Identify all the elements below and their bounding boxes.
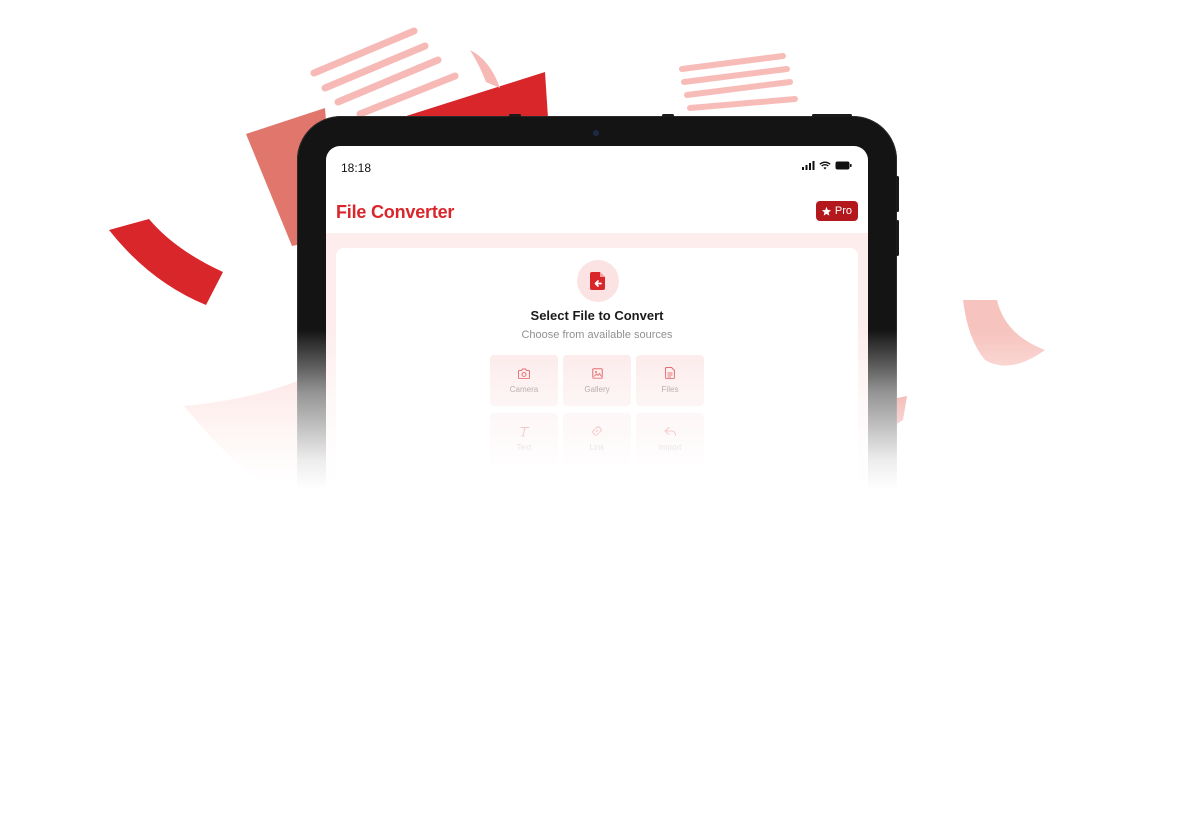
source-label: Files: [661, 385, 679, 394]
reply-icon: [663, 426, 676, 436]
source-label: Link: [589, 443, 605, 452]
image-icon: [591, 367, 603, 379]
source-files[interactable]: Files: [636, 355, 704, 406]
link-icon: [592, 426, 602, 436]
file-badge: [577, 260, 619, 302]
file-import-icon: [590, 272, 605, 290]
paper-curl-right: [963, 300, 1045, 366]
source-camera[interactable]: Camera: [490, 355, 558, 406]
paper-ribbon-red: [109, 219, 223, 305]
star-icon: [821, 206, 831, 216]
text-icon: [519, 426, 530, 437]
paper-lines-left: [310, 27, 459, 118]
app-title: File Converter: [336, 202, 455, 222]
select-file-title: Select File to Convert: [530, 308, 664, 323]
document-icon: [665, 367, 675, 379]
tablet-side-button-2: [896, 220, 899, 256]
pro-button[interactable]: Pro: [815, 201, 858, 221]
paper-lines-right: [679, 53, 798, 111]
promo-stage: 18:18 File Converter Pro Select File to …: [0, 0, 1194, 834]
app-header: File Converter Pro: [326, 190, 868, 233]
front-camera: [593, 130, 599, 136]
blank-area: [0, 505, 1194, 834]
source-import[interactable]: Import: [636, 413, 704, 464]
signal-icon: [802, 161, 815, 170]
battery-icon: [835, 161, 852, 170]
tablet-volume-top: [509, 114, 521, 117]
paper-curl: [470, 50, 500, 88]
source-label: Text: [516, 442, 532, 452]
tablet-side-button: [896, 176, 899, 212]
source-text[interactable]: Text: [490, 413, 558, 464]
wifi-icon: [819, 161, 831, 170]
source-grid: Camera Gallery Files Text Link Import: [490, 355, 706, 464]
source-gallery[interactable]: Gallery: [563, 355, 631, 406]
source-label: Camera: [509, 384, 539, 394]
status-time: 18:18: [341, 161, 372, 175]
tablet-button-top: [662, 114, 674, 117]
source-label: Import: [658, 442, 682, 452]
select-file-subtitle: Choose from available sources: [521, 329, 673, 341]
paper-shape-red: [400, 72, 548, 120]
paper-sheet-bottom-left: [184, 380, 300, 480]
camera-icon: [518, 367, 530, 379]
status-icons: [802, 161, 852, 170]
status-bar: 18:18: [326, 146, 868, 190]
tablet-power-button: [812, 114, 852, 117]
paper-bit-right: [897, 396, 907, 424]
pro-button-label: Pro: [834, 205, 852, 217]
source-label: Gallery: [584, 384, 610, 394]
source-link[interactable]: Link: [563, 413, 631, 464]
